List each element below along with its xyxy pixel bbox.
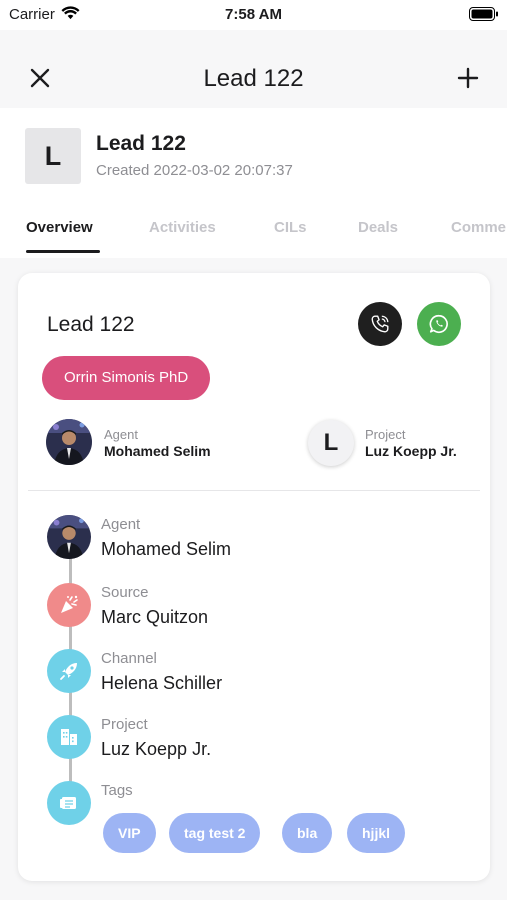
tag-chip[interactable]: bla <box>282 813 333 853</box>
lead-avatar: L <box>25 128 81 184</box>
timeline-project-value: Luz Koepp Jr. <box>101 739 212 759</box>
source-icon-circle <box>47 583 91 627</box>
whatsapp-button[interactable] <box>417 302 461 346</box>
agent-name: Mohamed Selim <box>104 443 211 459</box>
timeline-agent-label: Agent <box>101 516 141 533</box>
rocket-icon <box>60 663 77 680</box>
tab-deals[interactable]: Deals <box>358 219 398 236</box>
timeline-project-label: Project <box>101 716 148 733</box>
status-bar: Carrier 7:58 AM <box>0 0 507 30</box>
tab-activities[interactable]: Activities <box>149 219 216 236</box>
project-icon-circle <box>47 715 91 759</box>
tag-chip[interactable]: tag test 2 <box>169 813 261 853</box>
agent-photo <box>47 515 91 559</box>
lead-name: Lead 122 <box>96 132 186 155</box>
active-tab-indicator <box>26 250 100 253</box>
overview-card: Lead 122 Orrin Simonis PhD Agent Mohamed… <box>18 273 490 881</box>
party-popper-icon <box>61 595 78 613</box>
timeline-channel-label: Channel <box>101 650 157 667</box>
plus-icon[interactable] <box>456 66 480 90</box>
battery-icon <box>469 7 498 21</box>
project-label: Project <box>365 427 406 442</box>
agent-label: Agent <box>104 427 138 442</box>
tag-card-icon <box>60 797 76 809</box>
timeline-source-value: Marc Quitzon <box>101 607 209 627</box>
timeline-tags-label: Tags <box>101 782 133 799</box>
lead-created-date: Created 2022-03-02 20:07:37 <box>96 162 293 179</box>
agent-photo <box>46 419 92 465</box>
timeline-source-label: Source <box>101 584 149 601</box>
tab-overview[interactable]: Overview <box>26 219 93 236</box>
divider <box>28 490 480 491</box>
phone-icon <box>371 315 389 333</box>
card-title: Lead 122 <box>47 313 135 336</box>
project-name: Luz Koepp Jr. <box>365 443 457 459</box>
tag-chip[interactable]: hjjkl <box>347 813 406 853</box>
page-title: Lead 122 <box>203 65 304 92</box>
timeline-channel-value: Helena Schiller <box>101 673 223 693</box>
timeline-agent-avatar <box>47 515 91 559</box>
owner-pill[interactable]: Orrin Simonis PhD <box>42 356 211 400</box>
channel-icon-circle <box>47 649 91 693</box>
nav-bar: Lead 122 <box>0 30 507 108</box>
timeline-agent-value: Mohamed Selim <box>101 539 232 559</box>
tag-chip[interactable]: VIP <box>103 813 156 853</box>
status-time: 7:58 AM <box>225 6 282 23</box>
call-button[interactable] <box>358 302 402 346</box>
tab-cils[interactable]: CILs <box>274 219 307 236</box>
lead-header: L Lead 122 Created 2022-03-02 20:07:37 O… <box>0 108 507 258</box>
tab-comments[interactable]: Comme <box>451 219 506 236</box>
whatsapp-icon <box>429 314 448 333</box>
tags-icon-circle <box>47 781 91 825</box>
project-avatar: L <box>308 420 354 466</box>
agent-avatar <box>46 419 92 465</box>
building-icon <box>61 729 77 745</box>
